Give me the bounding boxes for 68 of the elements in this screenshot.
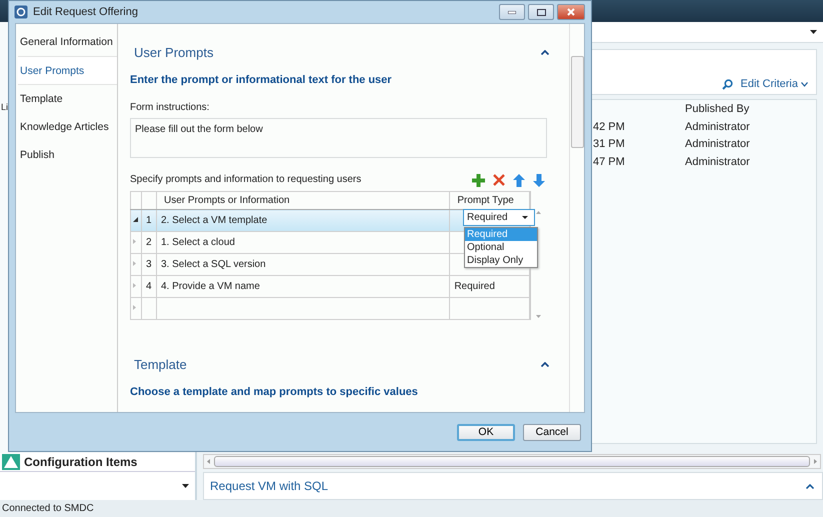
close-icon <box>567 8 575 16</box>
cancel-button[interactable]: Cancel <box>523 424 581 440</box>
delete-icon[interactable] <box>493 174 505 186</box>
move-down-icon[interactable] <box>533 174 545 187</box>
prompt-cell: 2. Select a VM template <box>156 210 450 232</box>
pane-label: Li <box>1 102 8 112</box>
search-icon[interactable] <box>722 79 733 90</box>
scroll-right-icon[interactable] <box>814 459 817 464</box>
scroll-left-icon[interactable] <box>207 459 210 464</box>
status-bar: Connected to SMDC <box>0 500 823 517</box>
grid-row[interactable]: 4 4. Provide a VM name Required <box>130 276 530 298</box>
horizontal-scrollbar[interactable] <box>203 454 821 469</box>
instructions-field[interactable]: Please fill out the form below <box>130 118 547 158</box>
collapse-icon[interactable] <box>541 50 549 54</box>
prompt-cell: 3. Select a SQL version <box>156 254 450 276</box>
prompt-type-dropdown[interactable]: Required <box>463 209 535 226</box>
row-pointer-icon <box>133 239 136 244</box>
scroll-down-icon[interactable] <box>536 315 541 318</box>
maximize-button[interactable] <box>528 4 554 20</box>
publisher-cell: Administrator <box>685 156 750 168</box>
column-header[interactable]: Published By <box>685 103 750 115</box>
prompt-cell: 4. Provide a VM name <box>156 276 450 298</box>
add-icon[interactable] <box>472 174 485 187</box>
row-pointer-icon <box>133 261 136 266</box>
row-number: 4 <box>142 276 156 298</box>
vertical-scrollbar[interactable] <box>569 24 584 412</box>
nav-item[interactable]: Publish <box>18 141 117 169</box>
section-title: User Prompts <box>134 44 214 60</box>
scroll-up-icon[interactable] <box>536 211 541 214</box>
nav-item[interactable]: Template <box>18 85 117 113</box>
close-button[interactable] <box>557 4 585 20</box>
dropdown-arrow-icon <box>522 216 528 219</box>
app-icon <box>14 5 28 19</box>
row-number: 3 <box>142 254 156 276</box>
nav-item[interactable]: User Prompts <box>18 56 117 85</box>
row-pointer-icon <box>133 305 136 310</box>
ok-button[interactable]: OK <box>457 424 515 440</box>
window-title: Edit Request Offering <box>33 6 138 18</box>
edit-criteria-link[interactable]: Edit Criteria <box>740 78 808 90</box>
nav-item[interactable]: General Information <box>18 28 117 56</box>
field-label: Form instructions: <box>130 102 210 113</box>
time-cell-text: 47 PM <box>593 156 626 168</box>
time-cell-text: 42 PM <box>593 120 626 133</box>
dropdown-arrow-icon[interactable] <box>182 484 189 488</box>
publisher-cell: Administrator <box>685 120 750 133</box>
row-number: 2 <box>142 232 156 254</box>
collapse-icon[interactable] <box>541 362 549 366</box>
grid-label: Specify prompts and information to requesting users <box>130 174 362 187</box>
section-heading: Enter the prompt or informational text for the user <box>130 74 393 86</box>
dropdown-arrow-icon[interactable] <box>810 30 817 34</box>
publisher-cell: Administrator <box>685 138 750 150</box>
section-heading: Choose a template and map prompts to specific values <box>130 386 419 398</box>
minimize-icon <box>508 10 516 14</box>
move-up-icon[interactable] <box>513 174 525 187</box>
chevron-up-icon[interactable] <box>806 484 814 488</box>
nav-item[interactable]: Knowledge Articles <box>18 113 117 141</box>
chevron-down-icon <box>801 82 808 86</box>
section-title: Template <box>134 356 187 372</box>
minimize-button[interactable] <box>499 4 525 20</box>
nav-item[interactable]: Configuration Items <box>0 453 195 471</box>
row-pointer-icon <box>133 283 136 288</box>
row-pointer-icon <box>133 217 138 222</box>
details-title: Request VM with SQL <box>210 479 328 493</box>
time-cell-text: 31 PM <box>593 138 626 150</box>
prompt-type-cell: Required <box>454 281 495 292</box>
maximize-icon <box>536 8 546 16</box>
prompt-cell: 1. Select a cloud <box>156 232 450 254</box>
column-header[interactable]: User Prompts or Information <box>156 192 450 210</box>
